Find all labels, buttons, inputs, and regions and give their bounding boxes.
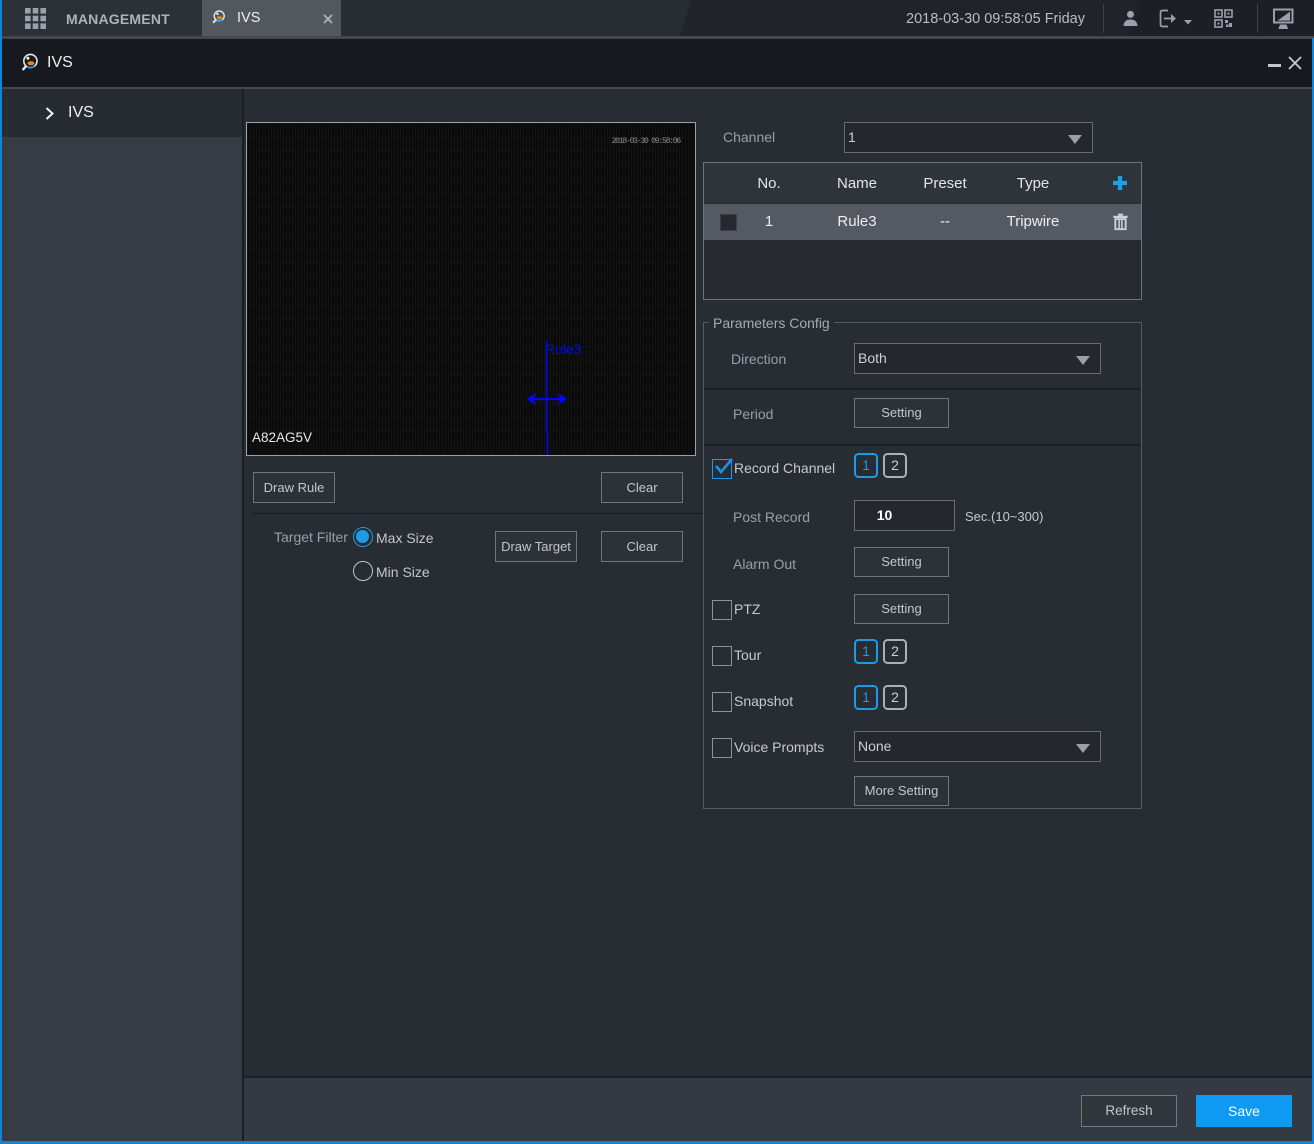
svg-text:Rule3: Rule3	[545, 341, 582, 357]
